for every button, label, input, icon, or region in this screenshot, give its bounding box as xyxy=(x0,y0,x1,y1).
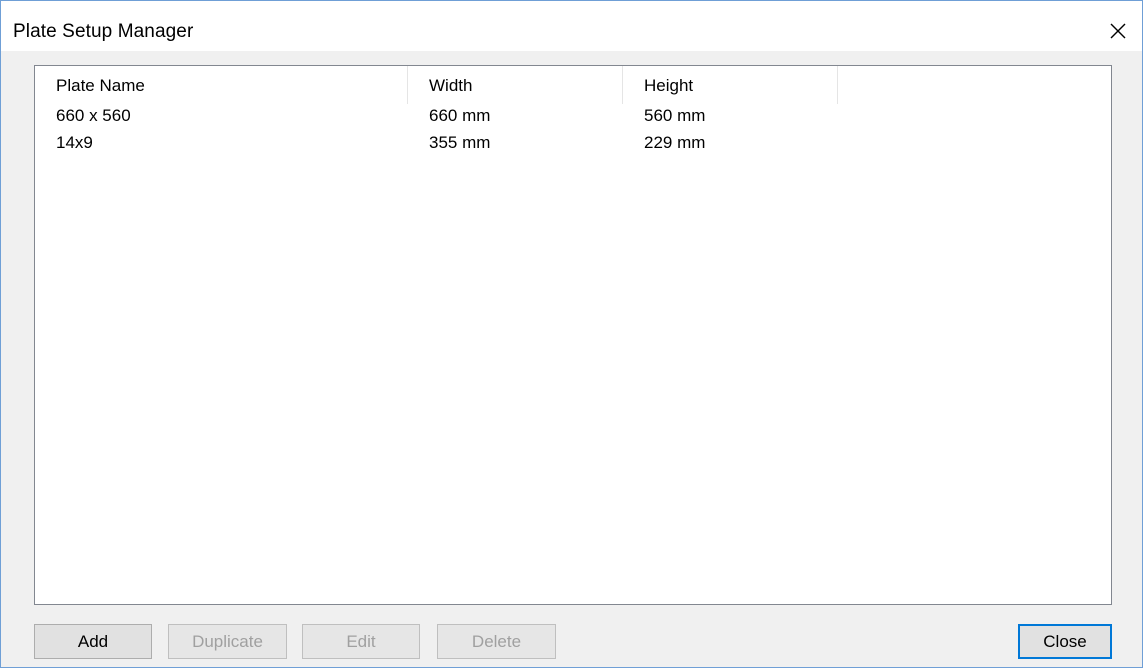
plate-setup-manager-window: Plate Setup Manager Plate Name Width Hei… xyxy=(0,0,1143,668)
close-button[interactable]: Close xyxy=(1018,624,1112,659)
plate-height-cell: 229 mm xyxy=(644,133,706,152)
add-button[interactable]: Add xyxy=(34,624,152,659)
edit-button[interactable]: Edit xyxy=(302,624,420,659)
close-icon[interactable] xyxy=(1100,13,1136,49)
column-header-height[interactable]: Height xyxy=(623,66,838,104)
dialog-body: Plate Name Width Height 660 x 560 660 mm… xyxy=(1,51,1142,667)
plate-height-cell: 560 mm xyxy=(644,106,706,125)
column-header-width[interactable]: Width xyxy=(408,66,623,104)
plate-width-cell: 355 mm xyxy=(429,133,491,152)
plate-width-cell: 660 mm xyxy=(429,106,491,125)
plate-name-cell: 660 x 560 xyxy=(56,106,131,125)
duplicate-button[interactable]: Duplicate xyxy=(168,624,287,659)
plates-list[interactable]: Plate Name Width Height 660 x 560 660 mm… xyxy=(34,65,1112,605)
plate-name-cell: 14x9 xyxy=(56,133,93,152)
list-item[interactable]: 14x9 355 mm 229 mm xyxy=(35,131,1111,158)
list-item[interactable]: 660 x 560 660 mm 560 mm xyxy=(35,104,1111,131)
column-header-plate-name[interactable]: Plate Name xyxy=(35,66,408,104)
list-rows: 660 x 560 660 mm 560 mm 14x9 355 mm 229 … xyxy=(35,104,1111,158)
delete-button[interactable]: Delete xyxy=(437,624,556,659)
window-title: Plate Setup Manager xyxy=(13,21,194,42)
list-header: Plate Name Width Height xyxy=(35,66,838,104)
